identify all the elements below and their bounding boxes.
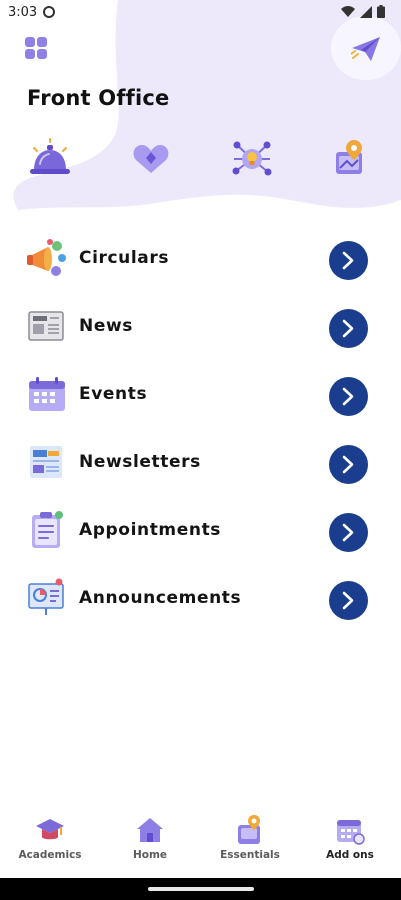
nav-item-essentials[interactable]: Essentials <box>200 814 300 874</box>
essentials-icon <box>238 815 260 844</box>
service-bell-icon <box>30 138 70 174</box>
menu-item-label: Newsletters <box>79 452 201 472</box>
quick-action-favorites[interactable] <box>131 138 175 182</box>
chevron-right-icon <box>342 251 354 270</box>
wifi-icon <box>341 5 355 17</box>
chevron-right-icon <box>342 523 354 542</box>
bottom-navigation: Academics Home Essentials Add ons <box>0 808 401 878</box>
signal-icon <box>360 5 372 18</box>
battery-icon <box>377 5 385 18</box>
menu-item-news[interactable]: News <box>0 294 401 354</box>
menu-item-circulars[interactable]: Circulars <box>0 226 401 286</box>
chevron-right-icon <box>342 387 354 406</box>
menu-item-label: Events <box>79 384 148 404</box>
status-indicators <box>341 5 385 18</box>
menu-item-label: Announcements <box>79 588 242 608</box>
announcements-open-button[interactable] <box>329 581 368 620</box>
nav-item-home[interactable]: Home <box>100 814 200 874</box>
menu-item-events[interactable]: Events <box>0 362 401 422</box>
megaphone-icon <box>27 239 66 276</box>
menu-item-label: Appointments <box>79 520 222 540</box>
chevron-right-icon <box>342 319 354 338</box>
circulars-open-button[interactable] <box>329 241 368 280</box>
quick-action-service-bell[interactable] <box>28 138 72 182</box>
paper-plane-icon <box>351 37 380 61</box>
home-icon <box>137 818 163 842</box>
newspaper-icon <box>28 311 64 341</box>
chevron-right-icon <box>342 591 354 610</box>
calendar-addons-icon <box>337 820 365 845</box>
apps-grid-icon <box>25 37 47 59</box>
idea-network-icon <box>232 141 272 176</box>
menu-item-appointments[interactable]: Appointments <box>0 498 401 558</box>
news-open-button[interactable] <box>329 309 368 348</box>
location-map-icon <box>336 140 362 174</box>
nav-item-add-ons[interactable]: Add ons <box>300 814 400 874</box>
quick-action-ideas[interactable] <box>231 138 275 182</box>
quick-action-locations[interactable] <box>332 138 376 182</box>
nav-item-label: Home <box>132 849 168 861</box>
page-title: Front Office <box>27 86 170 110</box>
presentation-icon <box>28 578 64 615</box>
quick-actions-row <box>0 138 401 184</box>
system-navigation-bar <box>0 878 401 900</box>
graduation-cap-icon <box>36 819 64 840</box>
nav-item-label: Add ons <box>326 849 374 861</box>
nav-item-academics[interactable]: Academics <box>0 814 100 874</box>
events-open-button[interactable] <box>329 377 368 416</box>
heart-badge-icon <box>133 145 169 173</box>
home-gesture-handle[interactable] <box>148 887 254 891</box>
calendar-icon <box>29 377 65 411</box>
status-time: 3:03 <box>8 5 38 20</box>
chevron-right-icon <box>342 455 354 474</box>
newsletter-icon <box>30 446 62 478</box>
nav-item-label: Academics <box>18 849 82 861</box>
clipboard-icon <box>32 511 63 548</box>
status-bar: 3:03 <box>0 0 401 26</box>
sync-status-icon <box>43 6 55 18</box>
apps-grid-button[interactable] <box>24 36 48 60</box>
nav-item-label: Essentials <box>220 849 280 861</box>
menu-item-newsletters[interactable]: Newsletters <box>0 430 401 490</box>
menu-item-label: Circulars <box>79 248 170 268</box>
newsletters-open-button[interactable] <box>329 445 368 484</box>
menu-item-label: News <box>79 316 133 336</box>
menu-item-announcements[interactable]: Announcements <box>0 566 401 626</box>
appointments-open-button[interactable] <box>329 513 368 552</box>
